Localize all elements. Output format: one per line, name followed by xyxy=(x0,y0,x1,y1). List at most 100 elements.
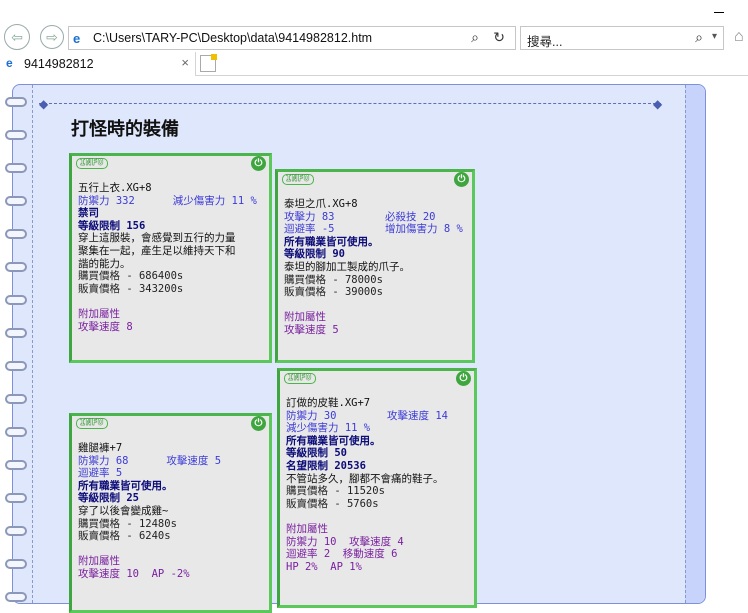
tab-bar: e 9414982812 × xyxy=(0,52,748,76)
card-header: INFO ⏻ xyxy=(72,156,269,174)
new-tab-button[interactable] xyxy=(200,54,217,72)
card-line: 防禦力 332 減少傷害力 11 % xyxy=(78,194,257,207)
card-line: 迴避率 5 xyxy=(78,467,123,480)
binder-ring xyxy=(5,592,27,602)
card-line xyxy=(78,295,263,308)
pin-icon: ◆ xyxy=(39,97,49,111)
power-icon[interactable]: ⏻ xyxy=(454,172,469,187)
window-titlebar xyxy=(0,0,748,22)
card-line: 攻擊力 83 必殺技 20 xyxy=(284,210,436,223)
binder-ring xyxy=(5,97,27,107)
card-line: 販賣價格 - 6240s xyxy=(78,530,171,543)
minimize-button[interactable] xyxy=(714,2,726,16)
page-title: 打怪時的裝備 xyxy=(71,119,179,140)
card-line: 附加屬性 xyxy=(284,311,326,324)
card-line: 等級限制 25 xyxy=(78,492,139,505)
card-line: 聚集在一起，產生足以維持天下和 xyxy=(78,244,236,257)
card-line xyxy=(286,510,468,523)
card-line: 所有職業皆可使用。 xyxy=(286,434,381,447)
pin-icon: ◆ xyxy=(653,97,663,111)
info-badge: INFO xyxy=(284,373,316,384)
card-line: 等級限制 90 xyxy=(284,248,345,261)
power-icon[interactable]: ⏻ xyxy=(251,416,266,431)
tab-active[interactable]: e 9414982812 × xyxy=(0,52,196,76)
card-line: 附加屬性 xyxy=(78,307,120,320)
card-line: 不管站多久，腳都不會痛的鞋子。 xyxy=(286,472,444,485)
binder-ring xyxy=(5,130,27,140)
binder-ring xyxy=(5,328,27,338)
notebook-spine xyxy=(5,85,33,603)
binder-ring xyxy=(5,460,27,470)
card-line xyxy=(284,299,466,312)
card-header: INFO ⏻ xyxy=(278,172,472,190)
card-line: 攻擊速度 8 xyxy=(78,320,133,333)
card-line: 附加屬性 xyxy=(286,522,328,535)
refresh-icon[interactable]: ↻ xyxy=(493,29,505,46)
card-line: 禁司 xyxy=(78,207,99,220)
address-text[interactable]: C:\Users\TARY-PC\Desktop\data\9414982812… xyxy=(93,31,372,45)
card-line: 雞腿褲+7 xyxy=(78,442,123,454)
card-line: 所有職業皆可使用。 xyxy=(284,235,379,248)
card-line: 購買價格 - 12480s xyxy=(78,517,177,530)
tab-label: 9414982812 xyxy=(24,57,94,71)
home-icon[interactable]: ⌂ xyxy=(734,28,744,46)
card-line: 防禦力 68 攻擊速度 5 xyxy=(78,454,222,467)
card-line: 訂做的皮鞋.XG+7 xyxy=(286,397,371,409)
binder-ring xyxy=(5,196,27,206)
forward-button[interactable]: ⇨ xyxy=(40,25,64,49)
binder-ring xyxy=(5,163,27,173)
search-input[interactable]: 搜尋... xyxy=(527,31,562,50)
card-line: 迴避率 -5 增加傷害力 8 % xyxy=(284,223,463,236)
card-line: 防禦力 30 攻擊速度 14 xyxy=(286,409,449,422)
notebook-right-band xyxy=(685,85,705,603)
divider xyxy=(39,103,661,104)
binder-ring xyxy=(5,394,27,404)
card-body: 五行上衣.XG+8 防禦力 332 減少傷害力 11 % 禁司 等級限制 156 穿上這… xyxy=(72,174,269,333)
item-card: INFO ⏻ 泰坦之爪.XG+8 攻擊力 83 必殺技 20 迴避率 -5 增加傷害力 … xyxy=(275,169,475,363)
card-line: 購買價格 - 686400s xyxy=(78,270,184,283)
card-line: 防禦力 10 攻擊速度 4 xyxy=(286,535,404,548)
page-content: ◆ ◆ 打怪時的裝備 INFO ⏻ 五行上衣.XG+8 防禦力 332 減少傷害力 1… xyxy=(0,77,748,613)
card-line: 迴避率 2 移動速度 6 xyxy=(286,548,398,561)
power-icon[interactable]: ⏻ xyxy=(456,371,471,386)
info-badge: INFO xyxy=(76,418,108,429)
card-body: 泰坦之爪.XG+8 攻擊力 83 必殺技 20 迴避率 -5 增加傷害力 8 % 所有… xyxy=(278,190,472,337)
address-bar[interactable]: e C:\Users\TARY-PC\Desktop\data\94149828… xyxy=(68,26,516,50)
binder-ring xyxy=(5,361,27,371)
binder-ring xyxy=(5,229,27,239)
binder-ring xyxy=(5,493,27,503)
card-line: 減少傷害力 11 % xyxy=(286,422,371,435)
search-icon[interactable]: ⌕ xyxy=(695,29,703,46)
card-line: 泰坦的腳加工製成的爪子。 xyxy=(284,260,410,273)
card-line: 販賣價格 - 39000s xyxy=(284,286,383,299)
card-body: 雞腿褲+7 防禦力 68 攻擊速度 5 迴避率 5 所有職業皆可使用。 等級限制 25 穿… xyxy=(72,434,269,581)
card-line: 穿上這服裝，會感覺到五行的力量 xyxy=(78,232,236,245)
ie-page-icon: e xyxy=(6,56,13,70)
notebook-panel: ◆ ◆ 打怪時的裝備 INFO ⏻ 五行上衣.XG+8 防禦力 332 減少傷害力 1… xyxy=(5,84,706,613)
back-button[interactable]: ⇦ xyxy=(4,24,30,50)
card-line: 五行上衣.XG+8 xyxy=(78,182,152,194)
power-icon[interactable]: ⏻ xyxy=(251,156,266,171)
search-icon[interactable]: ⌕ xyxy=(471,29,479,46)
binder-ring xyxy=(5,559,27,569)
item-card: INFO ⏻ 雞腿褲+7 防禦力 68 攻擊速度 5 迴避率 5 所有職業皆可使用。 等級限… xyxy=(69,413,272,613)
card-line: 諧的能力。 xyxy=(78,257,131,270)
card-line: 等級限制 156 xyxy=(78,219,146,232)
card-line: 泰坦之爪.XG+8 xyxy=(284,198,358,210)
item-card: INFO ⏻ 訂做的皮鞋.XG+7 防禦力 30 攻擊速度 14 減少傷害力 11 % 所… xyxy=(277,368,477,608)
card-line: 穿了以後會變成雞~ xyxy=(78,504,169,517)
ie-page-icon: e xyxy=(73,31,81,46)
card-line: 名望限制 20536 xyxy=(286,459,366,472)
info-badge: INFO xyxy=(282,174,314,185)
binder-ring xyxy=(5,262,27,272)
search-box[interactable]: 搜尋... ⌕ ▾ xyxy=(520,26,724,50)
card-line xyxy=(78,543,263,556)
card-line: 等級限制 50 xyxy=(286,447,347,460)
card-line: HP 2% AP 1% xyxy=(286,560,362,573)
arrow-right-icon: ⇨ xyxy=(46,28,58,45)
card-line: 購買價格 - 11520s xyxy=(286,485,385,498)
close-icon[interactable]: × xyxy=(181,55,189,70)
chevron-down-icon[interactable]: ▾ xyxy=(712,31,717,42)
binder-ring xyxy=(5,427,27,437)
card-body: 訂做的皮鞋.XG+7 防禦力 30 攻擊速度 14 減少傷害力 11 % 所有職業皆可… xyxy=(280,389,474,573)
